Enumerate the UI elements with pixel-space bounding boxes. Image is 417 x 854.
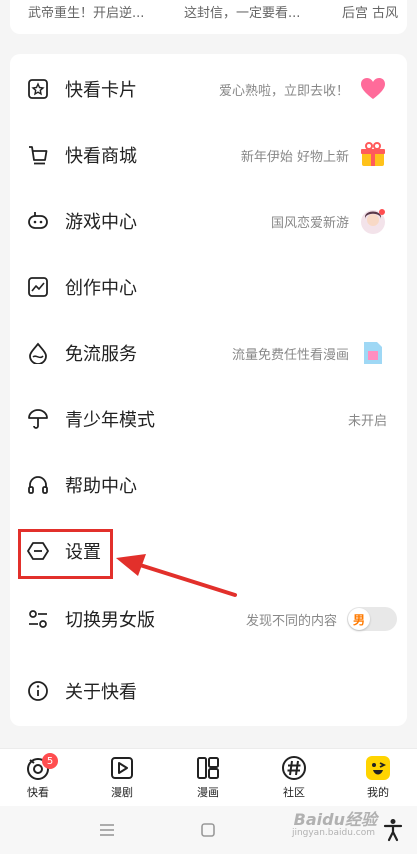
- menu-item-help-center[interactable]: 帮助中心: [10, 452, 407, 518]
- cart-icon: [27, 144, 49, 166]
- switch-icon: [27, 608, 49, 630]
- nav-label: 漫画: [197, 786, 219, 799]
- menu-item-mall[interactable]: 快看商城 新年伊始 好物上新: [10, 122, 407, 188]
- menu-item-label: 帮助中心: [65, 476, 137, 497]
- accessibility-icon[interactable]: [383, 818, 403, 842]
- home-icon[interactable]: [200, 822, 216, 838]
- watermark-url: jingyan.baidu.com: [291, 828, 375, 838]
- menu-item-label: 设置: [65, 542, 101, 563]
- info-icon: [27, 680, 49, 702]
- menu-item-hint: 爱心熟啦，立即去收！: [218, 83, 349, 99]
- nav-label: 我的: [367, 786, 389, 799]
- nav-tab-mine[interactable]: 我的: [348, 755, 408, 805]
- bottom-nav: 5 快看 漫剧 漫画 社区 我的: [0, 748, 417, 806]
- gift-image: [359, 141, 387, 169]
- sim-card-image: [359, 339, 387, 367]
- menu-item-hint: 国风恋爱新游: [270, 215, 349, 231]
- menu-item-game-center[interactable]: 游戏中心 国风恋爱新游: [10, 188, 407, 254]
- menu-item-hint: 新年伊始 好物上新: [240, 149, 349, 165]
- heart-image: [359, 75, 387, 103]
- game-avatar-image: [359, 207, 387, 235]
- umbrella-icon: [27, 408, 49, 430]
- nav-tab-community[interactable]: 社区: [264, 755, 324, 805]
- banner-item[interactable]: 后宫 古风: [342, 2, 398, 21]
- menu-card: 快看卡片 爱心熟啦，立即去收！ 快看商城 新年伊始 好物上新 游戏中心 国风恋爱…: [10, 54, 407, 726]
- nav-tab-kuaikan[interactable]: 5 快看: [8, 753, 68, 805]
- nav-label: 社区: [283, 786, 305, 799]
- menu-item-cards[interactable]: 快看卡片 爱心熟啦，立即去收！: [10, 56, 407, 122]
- notification-badge: 5: [42, 753, 58, 769]
- top-banner: 武帝重生！开启逆... 这封信，一定要看... 后宫 古风: [10, 0, 407, 34]
- menu-item-label: 游戏中心: [65, 212, 137, 233]
- menu-item-label: 快看商城: [65, 146, 137, 167]
- menu-item-label: 切换男女版: [65, 610, 155, 631]
- hashtag-icon: [282, 756, 306, 780]
- banner-item[interactable]: 武帝重生！开启逆...: [28, 2, 144, 21]
- menu-item-label: 关于快看: [65, 682, 137, 703]
- menu-item-label: 创作中心: [65, 278, 137, 299]
- menu-item-hint: 未开启: [347, 413, 387, 429]
- menu-item-gender-switch[interactable]: 切换男女版 发现不同的内容 男: [10, 586, 407, 652]
- menu-item-about[interactable]: 关于快看: [10, 658, 407, 724]
- nav-label: 漫剧: [111, 786, 133, 799]
- menu-item-hint: 发现不同的内容: [245, 613, 337, 629]
- watermark-logo: Baidu经验: [293, 810, 377, 829]
- toggle-knob: 男: [348, 608, 370, 630]
- menu-item-label: 快看卡片: [65, 80, 137, 101]
- menu-item-creator-center[interactable]: 创作中心: [10, 254, 407, 320]
- menu-item-settings[interactable]: 设置: [10, 518, 407, 584]
- comic-icon: [197, 757, 219, 779]
- headphones-icon: [27, 474, 49, 496]
- nav-tab-manju[interactable]: 漫剧: [92, 755, 152, 805]
- menu-icon[interactable]: [98, 822, 116, 838]
- face-icon: [366, 756, 390, 780]
- gamepad-icon: [27, 210, 49, 232]
- nav-tab-comics[interactable]: 漫画: [178, 755, 238, 805]
- chart-icon: [27, 276, 49, 298]
- menu-item-teen-mode[interactable]: 青少年模式 未开启: [10, 386, 407, 452]
- settings-icon: [27, 540, 49, 562]
- menu-item-hint: 流量免费任性看漫画: [231, 347, 349, 363]
- play-icon: [111, 757, 133, 779]
- gender-toggle[interactable]: 男: [347, 607, 397, 631]
- card-icon: [27, 78, 49, 100]
- banner-item[interactable]: 这封信，一定要看...: [184, 2, 300, 21]
- menu-item-label: 青少年模式: [65, 410, 155, 431]
- menu-item-free-data[interactable]: 免流服务 流量免费任性看漫画: [10, 320, 407, 386]
- drop-icon: [27, 342, 49, 364]
- menu-item-label: 免流服务: [65, 344, 137, 365]
- nav-label: 快看: [27, 786, 49, 799]
